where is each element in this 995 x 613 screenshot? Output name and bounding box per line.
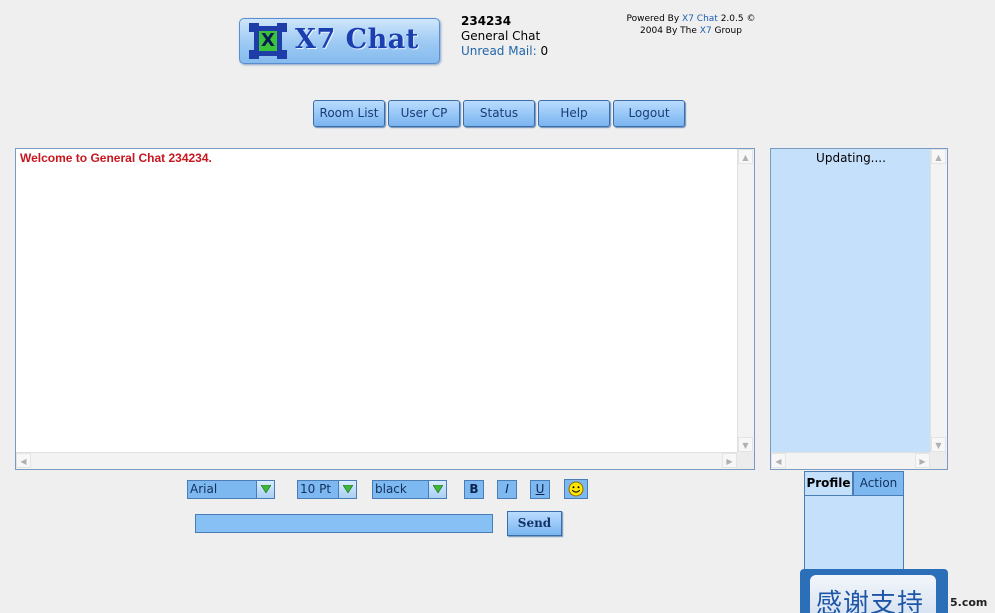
tab-action[interactable]: Action xyxy=(853,471,904,496)
user-cp-button[interactable]: User CP xyxy=(388,100,460,127)
send-button[interactable]: Send xyxy=(507,511,562,536)
tab-profile[interactable]: Profile xyxy=(804,471,853,496)
chevron-down-icon[interactable] xyxy=(256,481,274,498)
underline-button[interactable]: U xyxy=(530,480,550,499)
scroll-up-icon[interactable]: ▲ xyxy=(931,149,946,164)
powered-prefix: Powered By xyxy=(626,14,683,24)
chevron-down-icon[interactable] xyxy=(428,481,446,498)
scrollbar-corner xyxy=(737,452,754,469)
username: 234234 xyxy=(461,14,512,28)
font-size-select-value: 10 Pt xyxy=(300,482,332,496)
unread-mail-label[interactable]: Unread Mail: xyxy=(461,44,537,58)
chevron-down-icon[interactable] xyxy=(338,481,356,498)
thanks-banner[interactable]: 感谢支持 xyxy=(800,569,948,613)
welcome-message: Welcome to General Chat 234234. xyxy=(20,151,212,165)
x7-logo-letter: X xyxy=(261,30,275,51)
scroll-down-icon[interactable]: ▼ xyxy=(738,437,753,452)
scrollbar-corner xyxy=(930,452,947,469)
x7-group-link[interactable]: X7 xyxy=(700,26,712,36)
smiley-button[interactable] xyxy=(564,479,588,499)
chat-messages-panel[interactable]: Welcome to General Chat 234234. ▲ ▼ ◀ ▶ xyxy=(15,148,755,470)
userlist-status: Updating.... xyxy=(816,151,886,165)
scroll-right-icon[interactable]: ▶ xyxy=(722,453,737,468)
user-info: 234234 General Chat Unread Mail: 0 xyxy=(461,14,548,59)
userlist-horizontal-scrollbar[interactable]: ◀ ▶ xyxy=(771,452,930,469)
font-select-value: Arial xyxy=(190,482,218,496)
scroll-down-icon[interactable]: ▼ xyxy=(931,437,946,452)
x7-chat-logo: X X7 Chat xyxy=(239,18,440,64)
help-button[interactable]: Help xyxy=(538,100,610,127)
scroll-up-icon[interactable]: ▲ xyxy=(738,149,753,164)
smiley-icon xyxy=(568,481,584,497)
font-select[interactable]: Arial xyxy=(187,480,275,499)
x7-chat-link[interactable]: X7 Chat xyxy=(682,14,718,24)
current-room: General Chat xyxy=(461,29,541,43)
powered-version: 2.0.5 © xyxy=(717,14,756,24)
watermark-domain: 5.com xyxy=(950,596,988,609)
unread-mail[interactable]: Unread Mail: 0 xyxy=(461,44,548,59)
font-size-select[interactable]: 10 Pt xyxy=(297,480,357,499)
status-button[interactable]: Status xyxy=(463,100,535,127)
chat-vertical-scrollbar[interactable]: ▲ ▼ xyxy=(737,149,754,452)
message-input[interactable] xyxy=(195,514,493,533)
scroll-left-icon[interactable]: ◀ xyxy=(771,453,786,468)
logout-button[interactable]: Logout xyxy=(613,100,685,127)
logo-title: X7 Chat xyxy=(295,24,419,55)
font-color-select[interactable]: black xyxy=(372,480,447,499)
powered-by: Powered By X7 Chat 2.0.5 © 2004 By The X… xyxy=(615,13,767,37)
banner-text: 感谢支持 xyxy=(816,589,925,613)
x7-chat-window: X X7 Chat 234234 General Chat Unread Mai… xyxy=(0,0,995,613)
chat-horizontal-scrollbar[interactable]: ◀ ▶ xyxy=(16,452,737,469)
room-list-button[interactable]: Room List xyxy=(313,100,385,127)
italic-button[interactable]: I xyxy=(497,480,517,499)
unread-mail-count: 0 xyxy=(540,44,549,58)
scroll-right-icon[interactable]: ▶ xyxy=(915,453,930,468)
font-color-select-value: black xyxy=(375,482,407,496)
bold-button[interactable]: B xyxy=(464,480,484,499)
userlist-vertical-scrollbar[interactable]: ▲ ▼ xyxy=(930,149,947,452)
copyright-prefix: 2004 By The xyxy=(640,26,700,36)
copyright-suffix: Group xyxy=(711,26,742,36)
online-users-panel[interactable]: Updating.... ▲ ▼ ◀ ▶ xyxy=(770,148,948,470)
scroll-left-icon[interactable]: ◀ xyxy=(16,453,31,468)
